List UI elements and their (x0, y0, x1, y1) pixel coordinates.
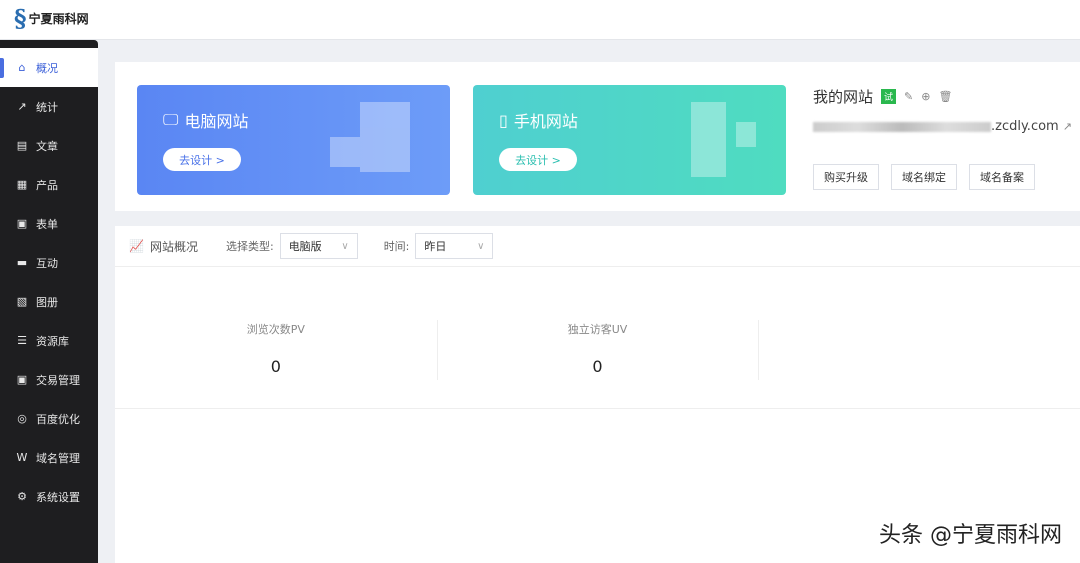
sidebar-item[interactable]: ◎ 百度优化 (0, 399, 98, 438)
sidebar-item-label: 域名管理 (36, 451, 80, 465)
delete-icon[interactable]: 🗑 (938, 90, 952, 103)
time-select[interactable]: 昨日 ∨ (415, 233, 494, 259)
sidebar-item-label: 图册 (36, 295, 58, 309)
sidebar-item[interactable]: ▬ 互动 (0, 243, 98, 282)
type-value: 电脑版 (288, 240, 322, 253)
mobile-site-card[interactable]: ▯ 手机网站 去设计 > (473, 85, 786, 195)
site-panel: 🖵 电脑网站 去设计 > ▯ 手机网站 去设计 > 我的网站 试 ✎ ⊕ 🗑 .zc… (115, 62, 1080, 211)
sidebar-item-label: 表单 (36, 217, 58, 231)
overview-panel: 📈 网站概况 选择类型: 电脑版 ∨ 时间: 昨日 ∨ 浏览次数PV 0 独立访客UV… (115, 226, 1080, 563)
bind-domain-button[interactable]: 域名绑定 (891, 164, 957, 190)
sidebar-item-label: 百度优化 (36, 412, 80, 426)
mobile-site-title: 手机网站 (513, 112, 578, 131)
pv-stat: 浏览次数PV 0 (115, 267, 437, 408)
add-icon[interactable]: ⊕ (921, 90, 930, 103)
sidebar-item-label: 系统设置 (36, 490, 80, 504)
domain-filing-button[interactable]: 域名备案 (969, 164, 1035, 190)
database-icon: ☰ (17, 334, 27, 347)
pv-label: 浏览次数PV (246, 323, 305, 336)
domain-icon: W (16, 451, 28, 464)
overview-title: 网站概况 (149, 239, 198, 254)
logo[interactable]: § 宁夏雨科网 (14, 4, 89, 33)
sidebar-item[interactable]: ▣ 交易管理 (0, 360, 98, 399)
form-icon: ▣ (16, 217, 28, 230)
external-link-icon[interactable]: ↗ (1063, 120, 1072, 133)
chevron-down-icon: ∨ (341, 240, 349, 252)
uv-value: 0 (592, 357, 603, 376)
sidebar-item-label: 统计 (36, 100, 58, 114)
logo-text: 宁夏雨科网 (28, 12, 89, 26)
time-value: 昨日 (424, 240, 447, 253)
sidebar-item[interactable]: ⌂ 概况 (0, 48, 98, 87)
sidebar-item[interactable]: ▣ 表单 (0, 204, 98, 243)
album-icon: ▧ (16, 295, 28, 308)
sidebar-item[interactable]: ↗ 统计 (0, 87, 98, 126)
sidebar-item-label: 文章 (36, 139, 58, 153)
uv-label: 独立访客UV (567, 323, 628, 336)
url-suffix: .zcdly.com (991, 119, 1059, 134)
seo-icon: ◎ (17, 412, 27, 425)
monitor-icon: 🖵 (163, 110, 179, 129)
pc-site-title: 电脑网站 (184, 112, 249, 131)
pc-design-button[interactable]: 去设计 > (163, 148, 241, 171)
type-select[interactable]: 电脑版 ∨ (279, 233, 358, 259)
upgrade-button[interactable]: 购买升级 (813, 164, 879, 190)
sidebar-item[interactable]: W 域名管理 (0, 438, 98, 477)
site-title: 我的网站 (813, 88, 874, 106)
sidebar-item-label: 互动 (36, 256, 58, 270)
uv-stat: 独立访客UV 0 (436, 267, 759, 408)
sidebar-item-label: 交易管理 (36, 373, 80, 387)
phone-icon: ▯ (499, 110, 508, 130)
empty-stat (758, 267, 1080, 408)
grid-icon: ▦ (16, 178, 28, 191)
watermark: 头条 @宁夏雨科网 (879, 523, 1062, 548)
pc-illustration (330, 102, 410, 172)
site-info: 我的网站 试 ✎ ⊕ 🗑 .zcdly.com ↗ 购买升级 域名绑定 域名备案 (813, 86, 1072, 190)
sidebar-item[interactable]: ▧ 图册 (0, 282, 98, 321)
sidebar: ⌂ 概况 ↗ 统计 ▤ 文章 ▦ 产品 ▣ 表单 ▬ 互动 ▧ 图册 ☰ 资源库 ▣ 交易管理 ◎ 百度优化 W 域名管理… (0, 40, 98, 563)
trial-badge: 试 (881, 89, 897, 104)
trend-icon: 📈 (129, 239, 144, 253)
chevron-down-icon: ∨ (477, 240, 485, 252)
mobile-design-button[interactable]: 去设计 > (499, 148, 577, 171)
pc-site-card[interactable]: 🖵 电脑网站 去设计 > (137, 85, 450, 195)
mobile-illustration (691, 102, 756, 177)
gear-icon: ⚙ (17, 490, 27, 503)
sidebar-item[interactable]: ▦ 产品 (0, 165, 98, 204)
sidebar-item[interactable]: ☰ 资源库 (0, 321, 98, 360)
time-label: 时间: (383, 240, 410, 253)
pv-value: 0 (270, 357, 281, 376)
type-label: 选择类型: (225, 240, 274, 253)
edit-icon[interactable]: ✎ (904, 90, 913, 103)
sidebar-item-label: 产品 (36, 178, 58, 192)
chat-icon: ▬ (16, 256, 28, 269)
sidebar-item-label: 资源库 (36, 334, 69, 348)
site-url[interactable]: .zcdly.com ↗ (813, 119, 1072, 134)
trade-icon: ▣ (16, 373, 28, 386)
sidebar-item[interactable]: ▤ 文章 (0, 126, 98, 165)
top-bar: § 宁夏雨科网 (0, 0, 1080, 40)
home-icon: ⌂ (18, 61, 26, 74)
chart-icon: ↗ (17, 100, 27, 113)
sidebar-item-label: 概况 (36, 61, 58, 75)
blurred-url (813, 121, 991, 132)
logo-icon: § (14, 4, 27, 33)
article-icon: ▤ (16, 139, 28, 152)
sidebar-item[interactable]: ⚙ 系统设置 (0, 477, 98, 516)
